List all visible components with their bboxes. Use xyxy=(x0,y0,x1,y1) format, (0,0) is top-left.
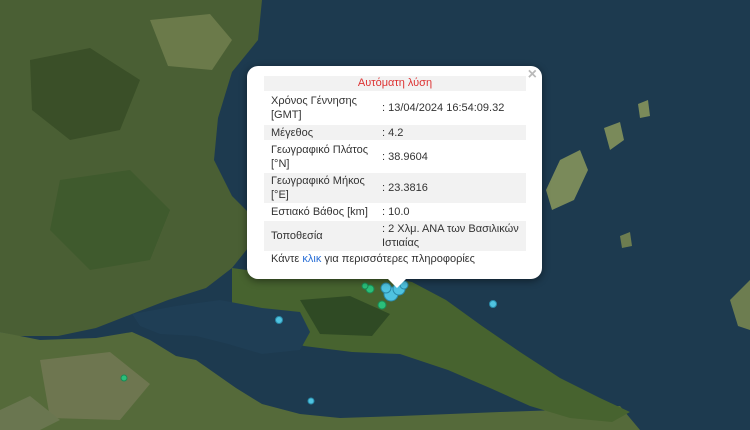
footer-text-before: Κάντε xyxy=(271,253,303,265)
row-label: Γεωγραφικό Πλάτος [°N] xyxy=(271,144,369,170)
row-label: Τοποθεσία xyxy=(271,230,323,242)
popup-title: Αυτόματη λύση xyxy=(264,76,526,91)
row-label: Μέγεθος xyxy=(271,127,314,139)
row-value: : 23.3816 xyxy=(382,182,428,194)
row-location: Τοποθεσία : 2 Χλμ. ΑΝΑ των Βασιλικών Ιστ… xyxy=(264,221,526,251)
more-info-link[interactable]: κλικ xyxy=(302,253,321,265)
popup-tip xyxy=(388,279,406,288)
row-label: Γεωγραφικό Μήκος [°E] xyxy=(271,175,365,201)
row-value: : 4.2 xyxy=(382,127,404,139)
row-value: : 10.0 xyxy=(382,206,410,218)
earthquake-popup: × Αυτόματη λύση Χρόνος Γέννησης [GMT] : … xyxy=(247,66,542,288)
row-longitude: Γεωγραφικό Μήκος [°E] : 23.3816 xyxy=(264,173,526,203)
earthquake-marker[interactable] xyxy=(377,300,387,310)
earthquake-marker[interactable] xyxy=(275,316,283,324)
earthquake-marker[interactable] xyxy=(361,282,369,290)
row-value: : 2 Χλμ. ΑΝΑ των Βασιλικών Ιστιαίας xyxy=(382,223,519,249)
popup-footer: Κάντε κλικ για περισσότερες πληροφορίες xyxy=(271,253,475,265)
row-magnitude: Μέγεθος : 4.2 xyxy=(264,125,526,140)
footer-text-after: για περισσότερες πληροφορίες xyxy=(321,253,475,265)
earthquake-marker[interactable] xyxy=(120,374,128,382)
row-value: : 38.9604 xyxy=(382,151,428,163)
row-origin-time: Χρόνος Γέννησης [GMT] : 13/04/2024 16:54… xyxy=(264,93,526,123)
earthquake-marker[interactable] xyxy=(489,300,497,308)
row-label: Εστιακό Βάθος [km] xyxy=(271,206,368,218)
close-icon[interactable]: × xyxy=(528,67,537,83)
row-value: : 13/04/2024 16:54:09.32 xyxy=(382,102,505,114)
row-depth: Εστιακό Βάθος [km] : 10.0 xyxy=(264,204,526,219)
earthquake-marker[interactable] xyxy=(307,397,315,405)
row-label: Χρόνος Γέννησης [GMT] xyxy=(271,95,357,121)
row-latitude: Γεωγραφικό Πλάτος [°N] : 38.9604 xyxy=(264,142,526,172)
